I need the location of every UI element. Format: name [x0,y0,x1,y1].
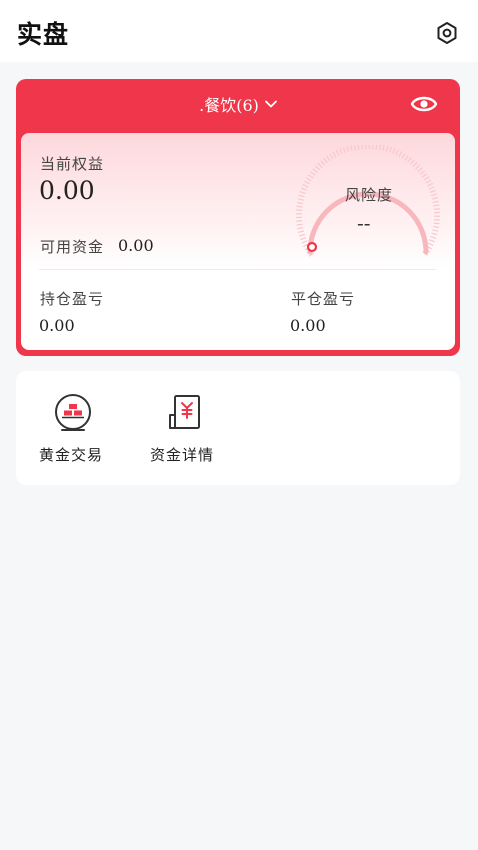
risk-value: -- [357,211,371,235]
toggle-visibility-button[interactable] [410,92,438,116]
fund-document-icon [169,395,200,429]
gear-hexagon-icon [437,22,457,44]
settings-button[interactable] [435,21,459,45]
divider [39,269,436,270]
function-menu: 黄金交易 资金详情 [16,371,460,485]
available-funds-value: 0.00 [118,236,154,255]
account-summary-panel: 当前权益 0.00 可用资金 0.00 风险度 -- 持仓盈亏 0.00 平仓盈… [21,133,455,350]
risk-label: 风险度 [345,186,394,204]
menu-item-gold-trading[interactable]: 黄金交易 [21,371,121,485]
equity-value: 0.00 [39,176,95,205]
equity-label: 当前权益 [40,155,105,173]
menu-item-label: 资金详情 [149,446,214,464]
account-name: .餐饮(6) [199,96,259,115]
header-bar: 实盘 [0,0,478,62]
position-pnl-value: 0.00 [39,316,75,335]
closed-pnl-value: 0.00 [290,316,326,335]
eye-icon [410,96,438,112]
account-selector[interactable]: .餐饮(6) [16,79,460,129]
gold-bars-icon [55,394,91,431]
closed-pnl-label: 平仓盈亏 [291,290,356,308]
menu-item-label: 黄金交易 [38,446,103,464]
chevron-down-icon [264,100,277,108]
available-funds-label: 可用资金 [40,238,105,256]
position-pnl-label: 持仓盈亏 [40,290,105,308]
account-card: .餐饮(6) 当前权益 0.00 可用资金 0.00 风险度 -- 持仓盈亏 0… [16,79,460,356]
menu-item-fund-details[interactable]: 资金详情 [132,371,232,485]
page-title: 实盘 [17,20,70,49]
